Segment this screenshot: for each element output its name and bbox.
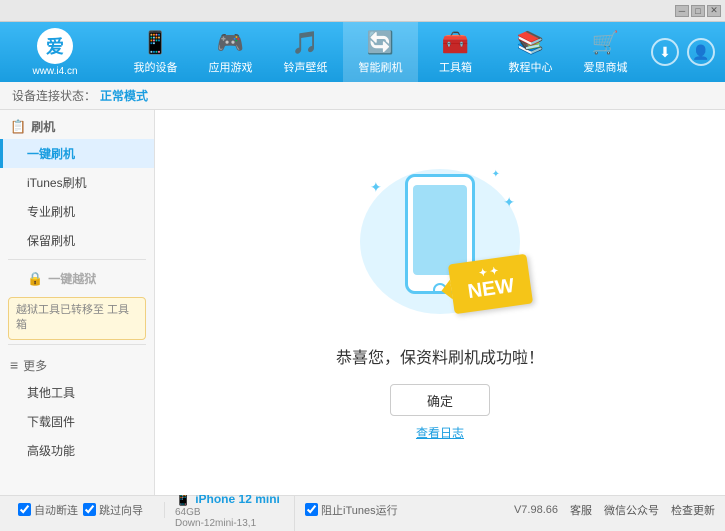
apps-games-icon: 🎮 <box>217 30 244 56</box>
nav-tutorials-label: 教程中心 <box>509 59 553 75</box>
itunes-status-label[interactable]: 阻止iTunes运行 <box>305 502 398 518</box>
skip-wizard-label: 跳过向导 <box>99 502 143 518</box>
new-badge: ✦ ✦ NEW <box>448 254 533 314</box>
advanced-label: 高级功能 <box>27 444 75 458</box>
nav-ringtones[interactable]: 🎵 铃声壁纸 <box>268 22 343 82</box>
device-storage: 64GB <box>175 507 284 518</box>
logo-area: 爱 www.i4.cn <box>10 28 100 77</box>
content-area: ✦ ✦ ✦ ✦ ✦ NEW 恭喜您，保资料刷机成功啦！ 确定 <box>155 110 725 495</box>
jailbreak-note: 越狱工具已转移至 工具箱 <box>8 297 146 340</box>
nav-smart-flash-label: 智能刷机 <box>359 59 403 75</box>
sidebar-section-jailbreak-header: 🔒 一键越狱 <box>0 264 154 293</box>
my-device-icon: 📱 <box>142 30 169 56</box>
success-message: 恭喜您，保资料刷机成功啦！ <box>336 344 544 368</box>
view-log-link[interactable]: 查看日志 <box>416 424 464 441</box>
nav-mall[interactable]: 🛒 爱思商城 <box>568 22 643 82</box>
nav-toolbox[interactable]: 🧰 工具箱 <box>418 22 493 82</box>
close-button[interactable]: ✕ <box>707 5 721 17</box>
maximize-button[interactable]: □ <box>691 5 705 17</box>
download-firmware-label: 下载固件 <box>27 415 75 429</box>
lock-icon: 🔒 <box>27 271 43 287</box>
nav-my-device-label: 我的设备 <box>134 59 178 75</box>
jailbreak-section-title: 一键越狱 <box>48 270 96 287</box>
itunes-status-text: 阻止iTunes运行 <box>321 502 398 518</box>
phone-container: ✦ ✦ ✦ ✦ ✦ NEW <box>350 164 530 324</box>
sparkle-icon-2: ✦ <box>492 169 500 180</box>
nav-my-device[interactable]: 📱 我的设备 <box>118 22 193 82</box>
nav-right-buttons: ⬇ 👤 <box>651 38 715 66</box>
download-button[interactable]: ⬇ <box>651 38 679 66</box>
sidebar-item-save-data-flash[interactable]: 保留刷机 <box>0 226 154 255</box>
more-section-icon: ≡ <box>10 357 18 373</box>
sidebar: 📋 刷机 一键刷机 iTunes刷机 专业刷机 保留刷机 🔒 一键越狱 越狱工具… <box>0 110 155 495</box>
auto-close-input[interactable] <box>18 503 31 516</box>
nav-mall-label: 爱思商城 <box>584 59 628 75</box>
minimize-button[interactable]: ─ <box>675 5 689 17</box>
success-illustration: ✦ ✦ ✦ ✦ ✦ NEW <box>350 164 530 334</box>
nav-smart-flash[interactable]: 🔄 智能刷机 <box>343 22 418 82</box>
more-section-title: 更多 <box>23 357 47 374</box>
confirm-button[interactable]: 确定 <box>390 384 490 416</box>
sidebar-item-other-tools[interactable]: 其他工具 <box>0 378 154 407</box>
status-bar: 设备连接状态： 正常模式 <box>0 82 725 110</box>
customer-service-link[interactable]: 客服 <box>570 502 592 518</box>
phone-screen <box>413 185 467 275</box>
bottom-bar: 自动断连 跳过向导 📱 iPhone 12 mini 64GB Down-12m… <box>0 495 725 523</box>
sidebar-item-download-firmware[interactable]: 下载固件 <box>0 407 154 436</box>
nav-apps-games[interactable]: 🎮 应用游戏 <box>193 22 268 82</box>
main-layout: 📋 刷机 一键刷机 iTunes刷机 专业刷机 保留刷机 🔒 一键越狱 越狱工具… <box>0 110 725 495</box>
divider-1 <box>8 259 146 260</box>
jailbreak-note-text: 越狱工具已转移至 工具箱 <box>16 304 129 331</box>
toolbox-icon: 🧰 <box>442 30 469 56</box>
itunes-status-checkbox[interactable] <box>305 503 318 516</box>
bottom-right-links: V7.98.66 客服 微信公众号 检查更新 <box>514 502 715 518</box>
wechat-link[interactable]: 微信公众号 <box>604 502 659 518</box>
sparkle-icon-1: ✦ <box>370 179 382 196</box>
version-label: V7.98.66 <box>514 504 558 516</box>
logo-url: www.i4.cn <box>32 66 77 77</box>
auto-close-label: 自动断连 <box>34 502 78 518</box>
device-firmware: Down-12mini-13,1 <box>175 518 284 529</box>
window-controls[interactable]: ─ □ ✕ <box>675 5 721 17</box>
flash-section-icon: 📋 <box>10 119 26 135</box>
one-click-flash-label: 一键刷机 <box>27 147 75 161</box>
nav-tutorials[interactable]: 📚 教程中心 <box>493 22 568 82</box>
other-tools-label: 其他工具 <box>27 386 75 400</box>
ringtones-icon: 🎵 <box>292 30 319 56</box>
tutorials-icon: 📚 <box>517 30 544 56</box>
device-section: 自动断连 跳过向导 <box>10 502 165 518</box>
status-label: 设备连接状态： <box>12 87 96 104</box>
check-update-link[interactable]: 检查更新 <box>671 502 715 518</box>
nav-items: 📱 我的设备 🎮 应用游戏 🎵 铃声壁纸 🔄 智能刷机 🧰 工具箱 📚 教程中心… <box>110 22 651 82</box>
sidebar-item-advanced[interactable]: 高级功能 <box>0 436 154 465</box>
flash-section-title: 刷机 <box>31 118 55 135</box>
user-button[interactable]: 👤 <box>687 38 715 66</box>
skip-wizard-input[interactable] <box>83 503 96 516</box>
itunes-flash-label: iTunes刷机 <box>27 176 87 190</box>
sidebar-item-itunes-flash[interactable]: iTunes刷机 <box>0 168 154 197</box>
divider-2 <box>8 344 146 345</box>
mall-icon: 🛒 <box>592 30 619 56</box>
nav-apps-games-label: 应用游戏 <box>209 59 253 75</box>
status-value: 正常模式 <box>100 87 148 104</box>
title-bar: ─ □ ✕ <box>0 0 725 22</box>
confirm-button-label: 确定 <box>427 391 453 410</box>
sparkle-icon-3: ✦ <box>503 194 515 211</box>
sidebar-item-one-click-flash[interactable]: 一键刷机 <box>0 139 154 168</box>
pro-flash-label: 专业刷机 <box>27 205 75 219</box>
sidebar-item-pro-flash[interactable]: 专业刷机 <box>0 197 154 226</box>
logo-icon: 爱 <box>37 28 73 64</box>
nav-ringtones-label: 铃声壁纸 <box>284 59 328 75</box>
save-data-flash-label: 保留刷机 <box>27 234 75 248</box>
sidebar-section-flash-header: 📋 刷机 <box>0 110 154 139</box>
sidebar-section-more-header: ≡ 更多 <box>0 349 154 378</box>
skip-wizard-checkbox[interactable]: 跳过向导 <box>83 502 143 518</box>
smart-flash-icon: 🔄 <box>367 30 394 56</box>
top-navigation: 爱 www.i4.cn 📱 我的设备 🎮 应用游戏 🎵 铃声壁纸 🔄 智能刷机 … <box>0 22 725 82</box>
nav-toolbox-label: 工具箱 <box>439 59 472 75</box>
auto-close-checkbox[interactable]: 自动断连 <box>18 502 78 518</box>
itunes-section: 阻止iTunes运行 <box>295 502 514 518</box>
